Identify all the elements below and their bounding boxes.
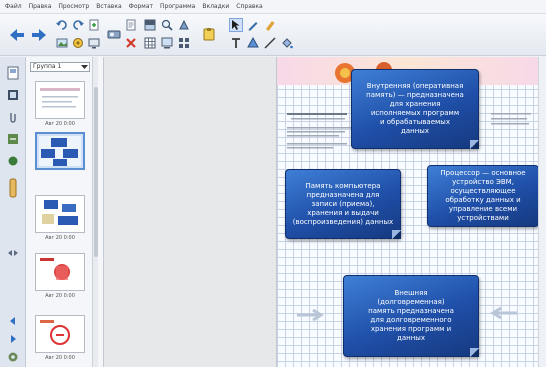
table-icon[interactable] <box>143 36 157 50</box>
page-curl-icon <box>392 230 401 239</box>
whiteboard-page[interactable]: Внутренняя (оперативная память) — предна… <box>276 57 538 367</box>
shape-icon[interactable] <box>246 36 260 50</box>
clipboard-icon[interactable] <box>201 26 217 42</box>
gallery-tab-icon[interactable] <box>5 87 21 103</box>
text-icon[interactable] <box>229 36 243 50</box>
page-thumbnail-label: Авг 20 0:00 <box>45 235 75 241</box>
page-sorter-tab-icon[interactable] <box>5 65 21 81</box>
menu-bar: Файл Правка Просмотр Вставка Формат Прог… <box>0 0 546 14</box>
undo-icon[interactable] <box>55 18 69 32</box>
right-edge-strip <box>538 57 546 367</box>
panel-left-arrow-icon[interactable] <box>5 313 21 329</box>
gear-icon[interactable] <box>5 349 21 365</box>
page-thumbnail-1[interactable] <box>35 81 85 119</box>
group-dropdown-value: Группа 1 <box>33 63 62 70</box>
fill-icon[interactable] <box>280 36 294 50</box>
page-thumbnail-label: Авг 20 0:00 <box>45 355 75 361</box>
panel-right-arrow-icon[interactable] <box>5 331 21 347</box>
forward-arrow-icon[interactable] <box>30 26 48 44</box>
properties-tab-icon[interactable] <box>5 131 21 147</box>
document-icon[interactable] <box>124 18 138 32</box>
chevron-down-icon <box>81 64 88 70</box>
callout-text: Внешняя (долговременная) память предназн… <box>368 289 454 342</box>
arrow-decoration-icon <box>297 307 327 326</box>
menu-tabs[interactable]: Вкладки <box>202 3 229 10</box>
arrow-decoration-icon <box>487 305 517 324</box>
main-toolbar <box>0 14 546 56</box>
sorter-scrollbar-thumb[interactable] <box>94 87 98 257</box>
projector-icon[interactable] <box>106 26 122 42</box>
screen-icon[interactable] <box>160 36 174 50</box>
callout-text: Процессор — основное устройство ЭВМ, осу… <box>440 169 526 222</box>
addons-tab-icon[interactable] <box>5 153 21 169</box>
line-icon[interactable] <box>263 36 277 50</box>
menu-insert[interactable]: Вставка <box>96 3 121 10</box>
callout-box-memory[interactable]: Память компьютера предназначена для запи… <box>285 169 401 239</box>
menu-format[interactable]: Формат <box>129 3 153 10</box>
background-text-right <box>491 113 535 137</box>
callout-box-internal-memory[interactable]: Внутренняя (оперативная память) — предна… <box>351 69 479 149</box>
callout-box-external-memory[interactable]: Внешняя (долговременная) память предназн… <box>343 275 479 357</box>
collapse-arrows-icon[interactable] <box>5 245 21 261</box>
callout-text: Внутренняя (оперативная память) — предна… <box>366 82 464 135</box>
menu-help[interactable]: Справка <box>236 3 262 10</box>
delete-icon[interactable] <box>124 36 138 50</box>
side-tab-strip <box>0 57 26 367</box>
screen-capture-icon[interactable] <box>87 36 101 50</box>
menu-program[interactable]: Программа <box>160 3 195 10</box>
callout-box-processor[interactable]: Процессор — основное устройство ЭВМ, осу… <box>427 165 538 227</box>
zoom-icon[interactable] <box>160 18 174 32</box>
screen-shade-icon[interactable] <box>143 18 157 32</box>
highlighter-icon[interactable] <box>263 18 277 32</box>
page-add-icon[interactable] <box>87 18 101 32</box>
page-curl-icon <box>470 140 479 149</box>
pen-icon[interactable] <box>246 18 260 32</box>
image-icon[interactable] <box>55 36 69 50</box>
page-thumbnail-label: Авг 20 0:00 <box>45 293 75 299</box>
background-text-left <box>287 113 357 155</box>
menu-edit[interactable]: Правка <box>29 3 52 10</box>
page-thumbnail-2-selected[interactable] <box>35 132 85 170</box>
callout-text: Память компьютера предназначена для запи… <box>292 181 394 226</box>
pin-tab-icon[interactable] <box>5 177 21 199</box>
page-thumbnail-3[interactable] <box>35 195 85 233</box>
page-curl-icon <box>470 348 479 357</box>
page-thumbnail-label: Авг 20 0:00 <box>45 121 75 127</box>
redo-icon[interactable] <box>71 18 85 32</box>
attachments-tab-icon[interactable] <box>5 109 21 125</box>
workspace-background <box>104 57 276 367</box>
select-icon[interactable] <box>229 18 243 32</box>
application-window: Файл Правка Просмотр Вставка Формат Прог… <box>0 0 546 367</box>
menu-view[interactable]: Просмотр <box>58 3 89 10</box>
gallery-icon[interactable] <box>71 36 85 50</box>
menu-file[interactable]: Файл <box>5 3 22 10</box>
group-dropdown[interactable]: Группа 1 <box>30 62 90 72</box>
page-thumbnail-4[interactable] <box>35 253 85 291</box>
page-thumbnail-5[interactable] <box>35 315 85 353</box>
grid-icon[interactable] <box>177 36 191 50</box>
sorter-scrollbar[interactable] <box>92 57 98 367</box>
back-arrow-icon[interactable] <box>8 26 26 44</box>
recorder-icon[interactable] <box>177 18 191 32</box>
